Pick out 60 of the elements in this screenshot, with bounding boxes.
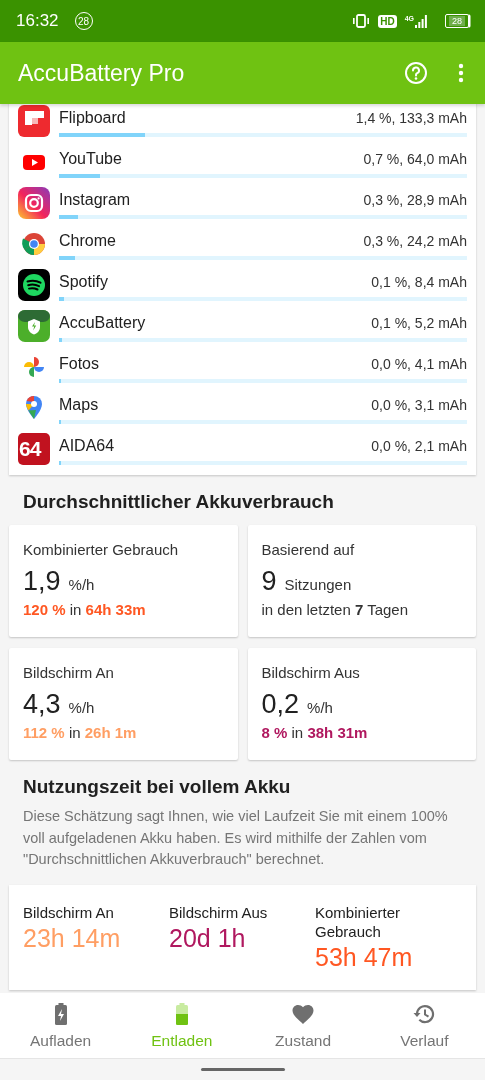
usage-reading: 0,0 %, 2,1 mAh [371,438,467,454]
vibrate-icon [352,14,371,28]
usage-reading: 0,1 %, 8,4 mAh [371,274,467,290]
stat-value: 1,9 [23,566,61,597]
app-icon [18,309,50,342]
nav-tab[interactable]: Verlauf [363,993,485,1058]
usage-reading: 0,3 %, 28,9 mAh [363,192,467,208]
stat-label: Bildschirm An [23,664,115,681]
stat-unit: %/h [68,576,95,593]
stat-detail: 8 % in 38h 31m [261,724,369,741]
stat-value: 0,2 [261,689,300,720]
app-name: YouTube [59,150,122,168]
stat-unit: %/h [68,699,95,716]
app-name: AccuBattery [59,314,146,332]
section-description: Diese Schätzung sagt Ihnen, wie viel Laufzeit Sie mit einem 100% voll aufgeladenen Akku haben. Es wird mithilfe der Zahlen vom "Durchschnittlichen Akkuverbrauch" berechnet. [22,807,449,869]
app-icon [18,186,50,219]
estimate-value: 53h 47m [315,942,414,972]
estimate-value: 23h 14m [23,923,122,953]
usage-reading: 0,7 %, 64,0 mAh [363,151,467,167]
signal-icon [415,14,427,28]
usage-reading: 0,0 %, 3,1 mAh [371,397,467,413]
usage-reading: 0,1 %, 5,2 mAh [371,315,467,331]
app-icon [18,432,50,465]
app-name: Chrome [59,232,116,250]
nav-tab[interactable]: Aufladen [0,993,122,1058]
estimate-value: 20d 1h [169,923,247,953]
app-title: AccuBattery Pro [18,59,186,87]
app-icon [18,268,50,301]
clock-time: 16:32 [16,11,59,31]
stat-detail: in den letzten 7 Tagen [261,601,409,618]
stat-unit: %/h [307,699,333,716]
stat-value: 9 [261,566,277,597]
app-name: Spotify [59,273,108,291]
help-icon[interactable] [404,61,428,85]
stat-detail: 112 % in 26h 1m [23,724,138,741]
stat-detail: 120 % in 64h 33m [23,601,147,618]
usage-reading: 0,0 %, 4,1 mAh [371,356,467,372]
usage-reading: 0,3 %, 24,2 mAh [363,233,467,249]
section-title: Durchschnittlicher Akkuverbrauch [22,490,335,514]
section-title: Nutzungszeit bei vollem Akku [22,775,292,799]
network-badge: HD [378,14,397,28]
nav-tab[interactable]: Zustand [242,993,364,1058]
stat-value: 4,3 [23,689,61,720]
app-name: Fotos [59,355,99,373]
stat-label: Kombinierter Gebrauch [23,541,180,558]
icon-label: 64 [19,437,41,460]
app-name: Maps [59,396,99,414]
estimate-label: Bildschirm Aus [169,902,269,922]
app-name: Instagram [59,191,131,209]
stat-label: Basierend auf [261,541,356,558]
usage-reading: 1,4 %, 133,3 mAh [355,110,467,126]
stat-label: Bildschirm Aus [261,664,361,681]
battery-indicator: 28 [445,14,469,28]
app-name: Flipboard [59,109,126,127]
stat-unit: Sitzungen [284,576,352,593]
estimate-label: Kombinierter Gebrauch [315,902,402,941]
gesture-handle[interactable] [200,1068,285,1071]
app-name: AIDA64 [59,437,115,455]
estimate-label: Bildschirm An [23,902,115,922]
more-menu-icon[interactable] [458,63,464,83]
